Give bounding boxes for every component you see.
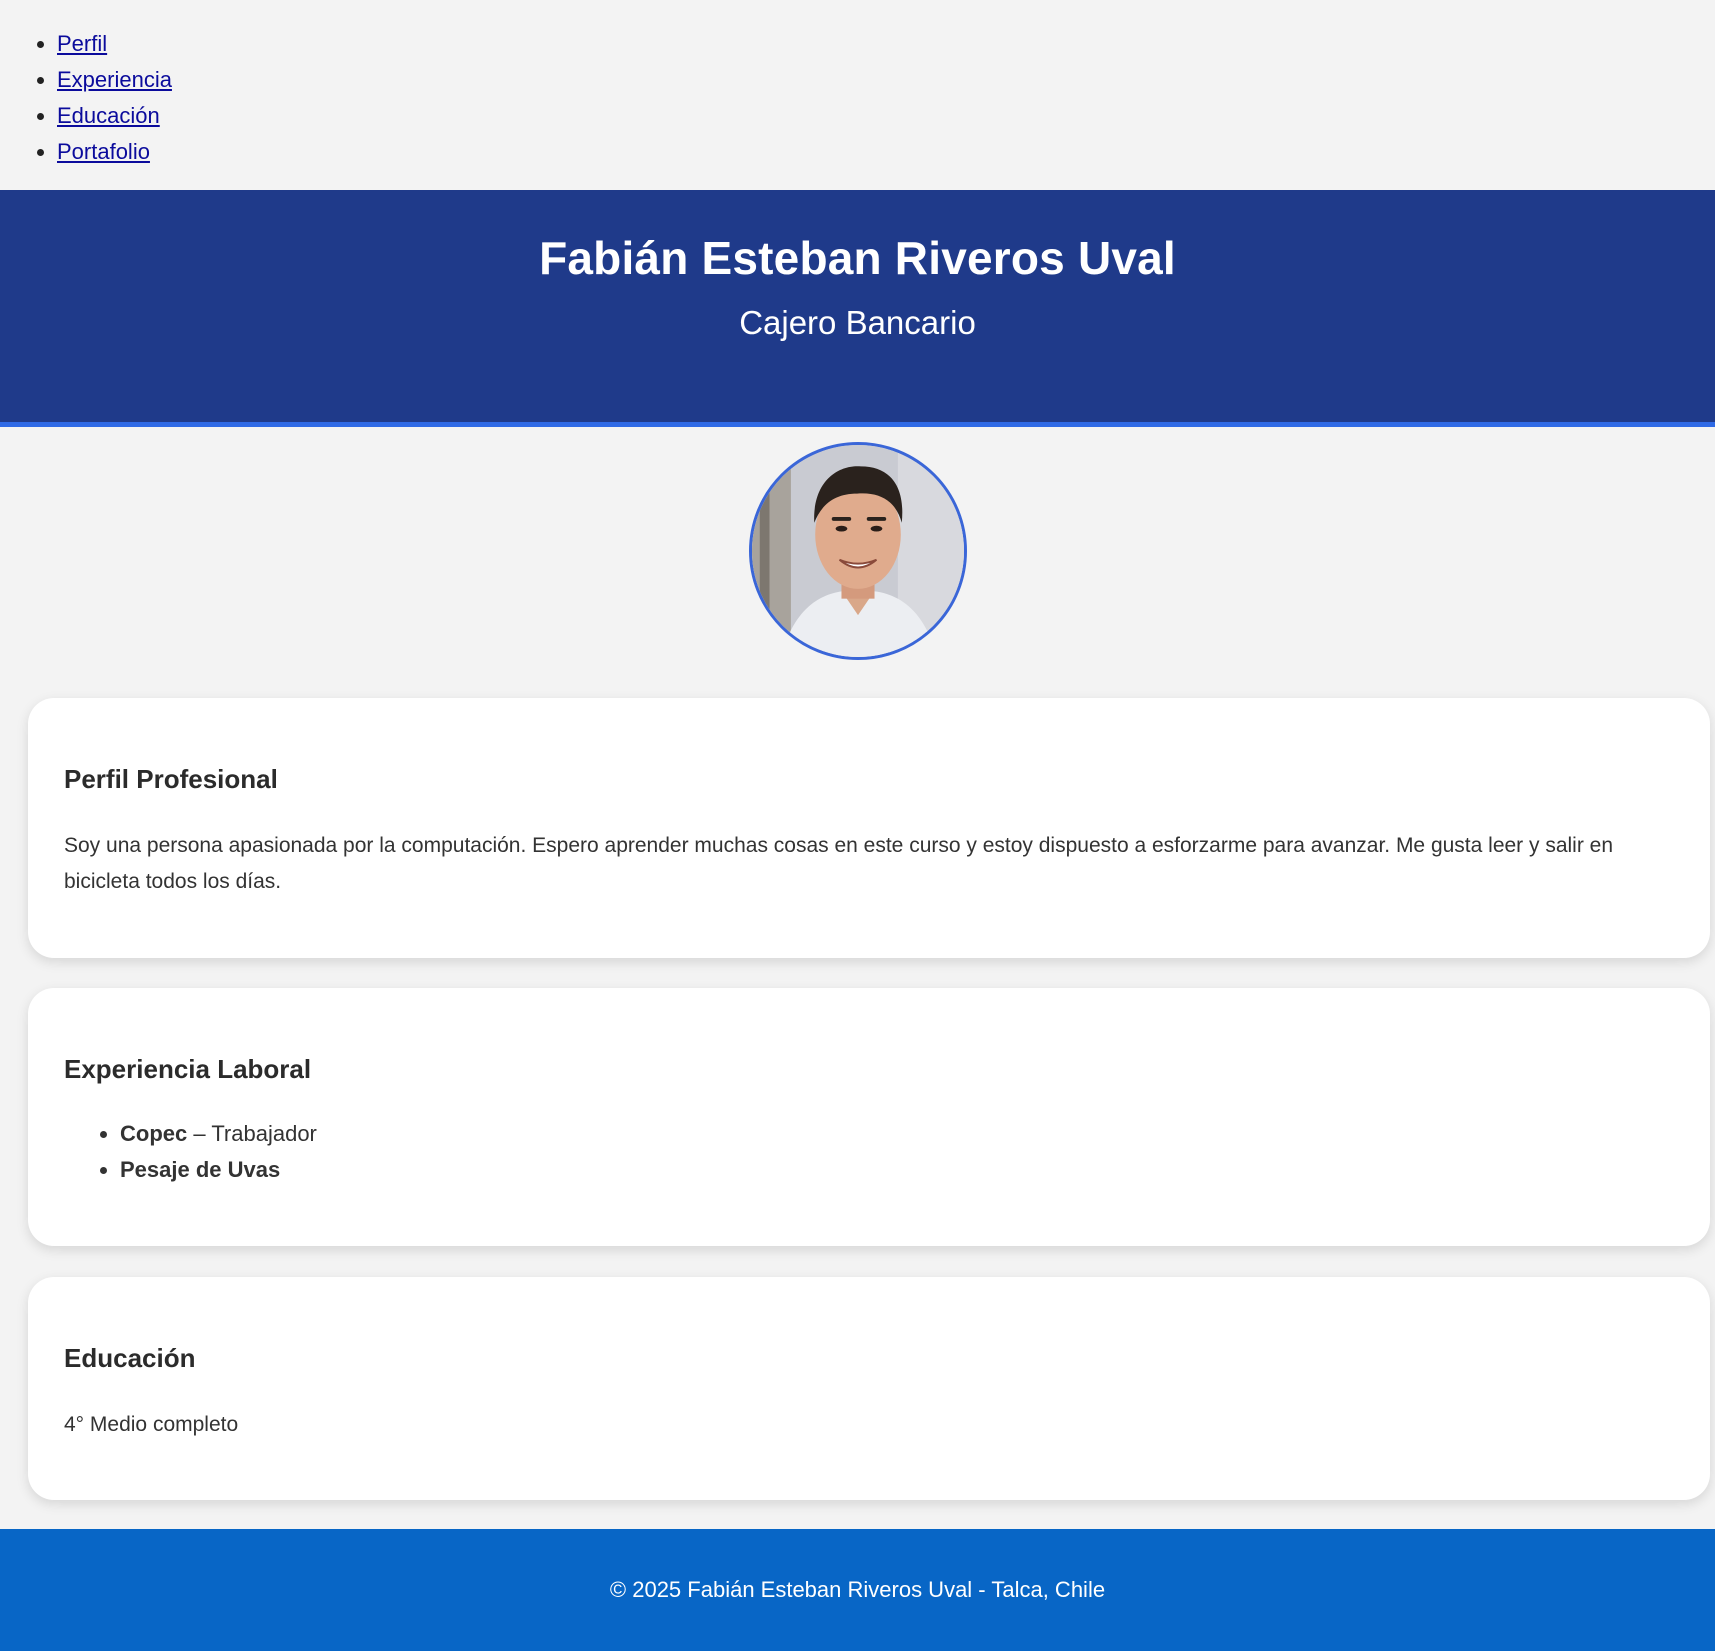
footer-text: © 2025 Fabián Esteban Riveros Uval - Tal… — [609, 1577, 1106, 1602]
nav-list: Perfil Experiencia Educación Portafolio — [0, 26, 1715, 170]
experience-company: Copec — [120, 1121, 188, 1146]
nav-item-portafolio: Portafolio — [57, 134, 1715, 170]
profile-title: Perfil Profesional — [64, 764, 278, 794]
nav-item-experiencia: Experiencia — [57, 62, 1715, 98]
page-footer: © 2025 Fabián Esteban Riveros Uval - Tal… — [0, 1529, 1715, 1651]
person-role: Cajero Bancario — [739, 304, 976, 341]
nav-item-educacion: Educación — [57, 98, 1715, 134]
experience-item: Copec – Trabajador — [120, 1116, 1674, 1152]
profile-card: Perfil Profesional Soy una persona apasi… — [28, 698, 1710, 958]
experience-detail: – Trabajador — [187, 1121, 317, 1146]
education-card: Educación 4° Medio completo — [28, 1277, 1710, 1500]
nav-link-perfil[interactable]: Perfil — [57, 31, 107, 56]
education-text: 4° Medio completo — [64, 1413, 239, 1436]
top-nav: Perfil Experiencia Educación Portafolio — [0, 0, 1715, 190]
nav-link-portafolio[interactable]: Portafolio — [57, 139, 150, 164]
experience-company: Pesaje de Uvas — [120, 1157, 281, 1182]
experience-item: Pesaje de Uvas — [120, 1152, 1674, 1188]
avatar-photo-icon — [751, 445, 964, 657]
avatar — [748, 442, 967, 660]
avatar-container — [0, 427, 1715, 697]
education-title: Educación — [64, 1343, 196, 1373]
nav-link-educacion[interactable]: Educación — [57, 103, 160, 128]
nav-link-experiencia[interactable]: Experiencia — [57, 67, 172, 92]
experience-title: Experiencia Laboral — [64, 1054, 312, 1084]
profile-text: Soy una persona apasionada por la comput… — [64, 834, 1614, 893]
experience-card: Experiencia Laboral Copec – Trabajador P… — [28, 988, 1710, 1246]
experience-list: Copec – Trabajador Pesaje de Uvas — [64, 1116, 1674, 1188]
page-header: Fabián Esteban Riveros Uval Cajero Banca… — [0, 190, 1715, 427]
person-name: Fabián Esteban Riveros Uval — [539, 232, 1176, 284]
nav-item-perfil: Perfil — [57, 26, 1715, 62]
